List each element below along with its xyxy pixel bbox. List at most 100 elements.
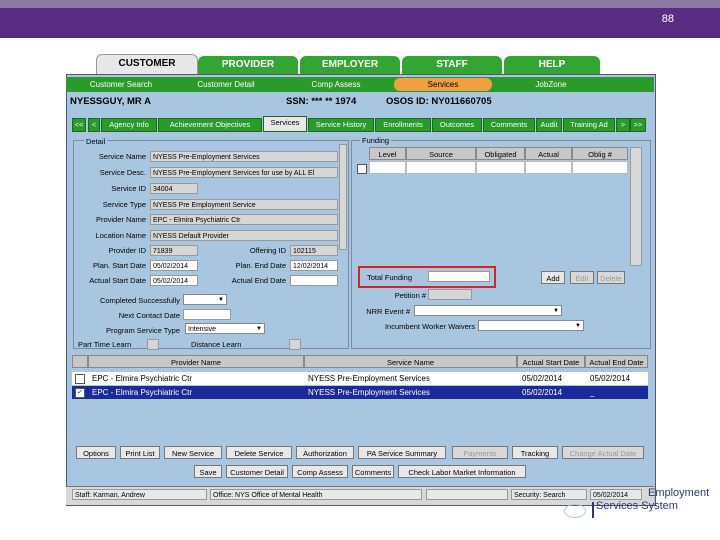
- tab-last[interactable]: >>: [630, 118, 646, 132]
- slide-header-bar: 88: [0, 0, 720, 38]
- status-empty: [426, 489, 508, 500]
- tab-employer[interactable]: EMPLOYER: [300, 56, 400, 74]
- table-col-start[interactable]: Actual Start Date: [517, 355, 585, 368]
- field-actual-end[interactable]: [290, 275, 338, 286]
- new-service-button[interactable]: New Service: [164, 446, 222, 459]
- funding-col-level[interactable]: Level: [369, 147, 406, 160]
- label-plan-end: Plan. End Date: [235, 261, 286, 270]
- detail-scrollbar[interactable]: [339, 144, 347, 250]
- row-provider: EPC - Elmira Psychiatric Ctr: [92, 388, 193, 397]
- funding-col-obligated[interactable]: Obligated: [476, 147, 525, 160]
- label-nrr-event: NRR Event #: [366, 307, 410, 316]
- tab-prev[interactable]: <: [88, 118, 100, 132]
- table-row[interactable]: EPC - Elmira Psychiatric Ctr NYESS Pre-E…: [72, 372, 648, 385]
- tab-next[interactable]: >: [616, 118, 630, 132]
- change-actual-date-button[interactable]: Change Actual Date: [562, 446, 644, 459]
- table-col-provider[interactable]: Provider Name: [88, 355, 304, 368]
- program-type-value: Intensive: [188, 326, 217, 333]
- dropdown-program-type[interactable]: Intensive ▼: [185, 323, 265, 334]
- funding-cell: [406, 161, 476, 174]
- funding-cell: [369, 161, 406, 174]
- chevron-down-icon: ▼: [256, 326, 262, 332]
- field-plan-start[interactable]: 05/02/2014: [150, 260, 198, 271]
- subtab-jobzone[interactable]: JobZone: [516, 77, 586, 92]
- field-service-name: NYESS Pre-Employment Services: [150, 151, 338, 162]
- funding-title: Funding: [360, 136, 392, 145]
- label-service-name: Service Name: [98, 152, 146, 161]
- subtab-services[interactable]: Services: [394, 78, 492, 91]
- field-actual-start[interactable]: 05/02/2014: [150, 275, 198, 286]
- tab-staff[interactable]: STAFF: [402, 56, 502, 74]
- funding-scrollbar[interactable]: [630, 147, 642, 266]
- tab-achievement-objectives[interactable]: Achievement Objectives: [158, 118, 262, 132]
- field-plan-end[interactable]: 12/02/2014: [290, 260, 338, 271]
- payments-button[interactable]: Payments: [452, 446, 508, 459]
- table-col-select: [72, 355, 88, 368]
- field-distance[interactable]: [289, 339, 301, 350]
- funding-row-checkbox[interactable]: [357, 164, 367, 174]
- tab-enrollments[interactable]: Enrollments: [375, 118, 431, 132]
- field-provider-name: EPC - Elmira Psychiatric Ctr: [150, 214, 338, 225]
- tab-help[interactable]: HELP: [504, 56, 600, 74]
- tab-comments[interactable]: Comments: [483, 118, 535, 132]
- sub-navigation: Customer Search Customer Detail Comp Ass…: [66, 77, 654, 92]
- status-office: Office: NYS Office of Mental Health: [210, 489, 422, 500]
- print-list-button[interactable]: Print List: [120, 446, 160, 459]
- field-part-time[interactable]: [147, 339, 159, 350]
- label-provider-name: Provider Name: [95, 215, 146, 224]
- row-end: 05/02/2014: [590, 374, 631, 383]
- tab-services[interactable]: Services: [263, 116, 307, 132]
- table-col-end[interactable]: Actual End Date: [585, 355, 648, 368]
- delete-service-button[interactable]: Delete Service: [226, 446, 292, 459]
- edit-button[interactable]: Edit: [570, 271, 594, 284]
- authorization-button[interactable]: Authorization: [296, 446, 354, 459]
- tab-agency-info[interactable]: Agency Info: [101, 118, 157, 132]
- tab-service-history[interactable]: Service History: [308, 118, 374, 132]
- field-service-type: NYESS Pre Employment Service: [150, 199, 338, 210]
- add-button[interactable]: Add: [541, 271, 565, 284]
- options-button[interactable]: Options: [76, 446, 116, 459]
- delete-button[interactable]: Delete: [597, 271, 625, 284]
- row-provider: EPC - Elmira Psychiatric Ctr: [92, 374, 193, 383]
- label-location-name: Location Name: [95, 231, 146, 240]
- label-next-contact: Next Contact Date: [118, 311, 180, 320]
- tab-first[interactable]: <<: [72, 118, 86, 132]
- tab-customer[interactable]: CUSTOMER: [96, 54, 198, 76]
- customer-ssn: SSN: *** ** 1974: [286, 96, 357, 107]
- field-next-contact[interactable]: [183, 309, 231, 320]
- tab-provider[interactable]: PROVIDER: [198, 56, 298, 74]
- check-labor-market-button[interactable]: Check Labor Market Information: [398, 465, 526, 478]
- customer-detail-button[interactable]: Customer Detail: [226, 465, 288, 478]
- dropdown-nrr-event[interactable]: ▼: [414, 305, 562, 316]
- tab-audit[interactable]: Audit: [536, 118, 562, 132]
- header-stripe: [0, 0, 720, 8]
- logo-line2: Services System: [596, 500, 678, 512]
- dropdown-incumbent[interactable]: ▼: [478, 320, 584, 331]
- table-col-service[interactable]: Service Name: [304, 355, 517, 368]
- tab-training-ad[interactable]: Training Ad: [563, 118, 615, 132]
- row-end: _: [590, 388, 595, 397]
- chevron-down-icon: ▼: [553, 308, 559, 314]
- comments-button[interactable]: Comments: [352, 465, 394, 478]
- subtab-customer-search[interactable]: Customer Search: [76, 77, 166, 92]
- comp-assess-button[interactable]: Comp Assess: [292, 465, 348, 478]
- subtab-comp-assess[interactable]: Comp Assess: [294, 77, 378, 92]
- subtab-customer-detail[interactable]: Customer Detail: [186, 77, 266, 92]
- row-start: 05/02/2014: [522, 374, 563, 383]
- row-checkbox[interactable]: [75, 374, 85, 384]
- tracking-button[interactable]: Tracking: [512, 446, 558, 459]
- field-provider-id: 71839: [150, 245, 198, 256]
- chevron-down-icon: ▼: [575, 323, 581, 329]
- funding-col-source[interactable]: Source: [406, 147, 476, 160]
- funding-cell: [525, 161, 572, 174]
- table-row-selected[interactable]: ✓ EPC - Elmira Psychiatric Ctr NYESS Pre…: [72, 386, 648, 399]
- dropdown-completed[interactable]: ▼: [183, 294, 227, 305]
- nyess-logo: Employment Services System: [564, 487, 709, 520]
- save-button[interactable]: Save: [194, 465, 222, 478]
- row-checkbox-checked[interactable]: ✓: [75, 388, 85, 398]
- row-service: NYESS Pre-Employment Services: [308, 388, 430, 397]
- pa-service-summary-button[interactable]: PA Service Summary: [358, 446, 446, 459]
- tab-outcomes[interactable]: Outcomes: [432, 118, 482, 132]
- funding-col-actual[interactable]: Actual: [525, 147, 572, 160]
- funding-col-oblig-num[interactable]: Oblig #: [572, 147, 628, 160]
